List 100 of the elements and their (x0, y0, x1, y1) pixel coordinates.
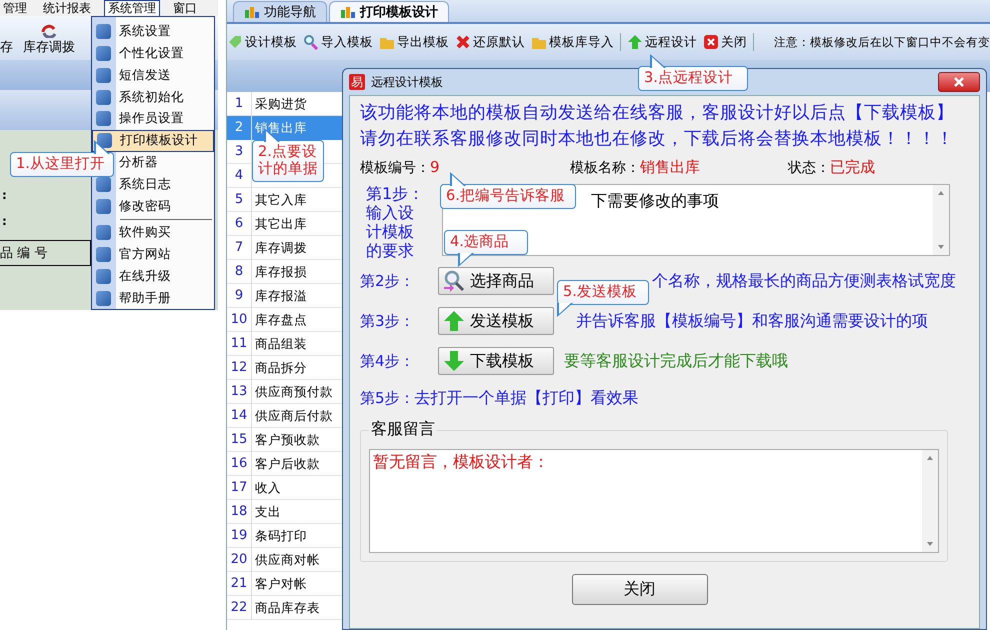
toolbar-button[interactable]: 模板库导入 (531, 34, 614, 50)
table-cell-text: 商品库存表 (254, 598, 321, 616)
step-button[interactable]: 选择商品 (438, 267, 554, 295)
menu-item[interactable]: 个性化设置 (92, 42, 214, 65)
app-logo: 易 (349, 74, 365, 90)
callout: 3.点远程设计 (638, 56, 748, 91)
table-cell-text: 采购进货 (254, 94, 308, 112)
menu-item[interactable]: 操作员设置 (92, 108, 214, 130)
row-number: 10 (227, 308, 252, 332)
toolbar-button[interactable]: 关闭 (703, 34, 747, 50)
table-cell-text: 其它入库 (254, 190, 308, 208)
step-label: 第2步： (360, 272, 416, 290)
message-field[interactable]: 暂无留言，模板设计者： (369, 449, 939, 553)
step-text: 去打开一个单据【打印】看效果 (414, 388, 639, 408)
down-arrow-icon (442, 349, 466, 373)
menu-title[interactable]: 系统管理 (104, 0, 160, 16)
step-label: 第5步： (360, 388, 415, 408)
table-cell-text: 客户对帐 (254, 574, 308, 592)
close-button[interactable] (938, 72, 980, 92)
field-label: 模板编号： (360, 160, 430, 176)
toolbar-button[interactable]: 远程设计 (627, 34, 697, 50)
row-number: 15 (227, 428, 252, 452)
table-cell-text: 客户后收款 (254, 454, 321, 472)
row-number: 16 (227, 452, 252, 476)
menu-title[interactable]: 统计报表 (40, 0, 94, 16)
menu-item[interactable]: 帮助手册 (92, 287, 214, 309)
menu-item[interactable]: 打印模板设计 (92, 130, 214, 152)
up-arrow-icon (442, 309, 466, 333)
callout: 4.选商品 (444, 230, 528, 265)
step-label: 第1步： (366, 184, 426, 203)
refresh-icon (40, 24, 58, 38)
menu-item[interactable]: 修改密码 (92, 195, 214, 217)
window-title: 远程设计模板 (371, 74, 443, 90)
form-label: : (1, 213, 8, 230)
row-number: 17 (227, 476, 252, 500)
close-button[interactable]: 关闭 (572, 574, 708, 605)
callout: 6.把编号告诉客服 (440, 174, 576, 209)
table-cell-text: 收入 (254, 478, 282, 496)
menu-item[interactable]: 官方网站 (92, 244, 214, 266)
field-value: 9 (430, 158, 440, 176)
row-number: 11 (227, 332, 252, 356)
row-number: 5 (227, 188, 252, 212)
row-number: 21 (227, 572, 252, 596)
menu-item[interactable]: 软件购买 (92, 222, 214, 244)
row-number: 6 (227, 212, 252, 236)
chart-icon (244, 5, 260, 19)
toolbar-button[interactable]: 库存调拨 (23, 24, 75, 56)
intro-text: 请勿在联系客服修改同时本地也在修改，下载后将会替换本地模板！！！！ (360, 128, 955, 151)
table-cell-text: 库存盘点 (254, 310, 308, 328)
row-number: 19 (227, 524, 252, 548)
toolbar-label[interactable]: 存 (0, 38, 13, 56)
close-icon (703, 34, 719, 50)
table-cell-text: 其它出库 (254, 214, 308, 232)
table-cell-text: 库存报损 (254, 262, 308, 280)
step-button[interactable]: 发送模板 (438, 307, 554, 335)
search-icon (442, 269, 466, 293)
row-number: 13 (227, 380, 252, 404)
table-cell-text: 商品拆分 (254, 358, 308, 376)
field-value: 已完成 (830, 158, 875, 176)
table-cell-text: 库存调拨 (254, 238, 308, 256)
column-header: 品 编 号 (0, 245, 48, 262)
menu-item[interactable]: 系统初始化 (92, 86, 214, 108)
step-label: 第3步： (360, 312, 416, 330)
row-number: 20 (227, 548, 252, 572)
menu-item[interactable]: 在线升级 (92, 265, 214, 288)
menu-title[interactable]: 窗口 (170, 0, 200, 16)
table-cell-text: 供应商预付款 (254, 382, 334, 400)
menu-title[interactable]: 管理 (0, 0, 30, 16)
table-cell-text: 条码打印 (254, 526, 308, 544)
callout: 1.从这里打开 (10, 142, 114, 177)
row-number: 8 (227, 260, 252, 284)
table-cell-text: 支出 (254, 502, 282, 520)
toolbar-button[interactable]: 导入模板 (303, 34, 373, 50)
table-cell-text: 客户预收款 (254, 430, 321, 448)
toolbar-button[interactable]: 导出模板 (379, 34, 449, 50)
tab[interactable]: 打印模板设计 (329, 1, 449, 22)
row-number: 2 (227, 116, 252, 140)
row-number: 22 (227, 596, 252, 620)
intro-text: 该功能将本地的模板自动发送给在线客服，客服设计好以后点【下载模板】 (360, 102, 955, 125)
scrollbar[interactable] (933, 185, 949, 255)
step-text: 输入设计模板的要求 (366, 203, 414, 260)
toolbar-button[interactable]: 还原默认 (455, 34, 525, 50)
step-note: 要等客服设计完成后才能下载哦 (564, 350, 788, 372)
chart-icon (340, 5, 356, 19)
scrollbar[interactable] (922, 450, 938, 552)
menu-item[interactable]: 系统设置 (92, 21, 214, 43)
tab[interactable]: 功能导航 (233, 1, 327, 22)
field-label: 状态： (788, 160, 830, 176)
table-cell-text: 供应商后付款 (254, 406, 334, 424)
row-number: 7 (227, 236, 252, 260)
field-value: 销售出库 (640, 158, 700, 176)
toolbar-button[interactable]: 设计模板 (227, 34, 297, 50)
field-label: 模板名称： (570, 160, 640, 176)
row-number: 9 (227, 284, 252, 308)
row-number: 14 (227, 404, 252, 428)
table-cell-text: 库存报溢 (254, 286, 308, 304)
cross-icon (455, 34, 471, 50)
step-button[interactable]: 下载模板 (438, 347, 554, 375)
search-icon (303, 34, 319, 50)
row-number: 18 (227, 500, 252, 524)
